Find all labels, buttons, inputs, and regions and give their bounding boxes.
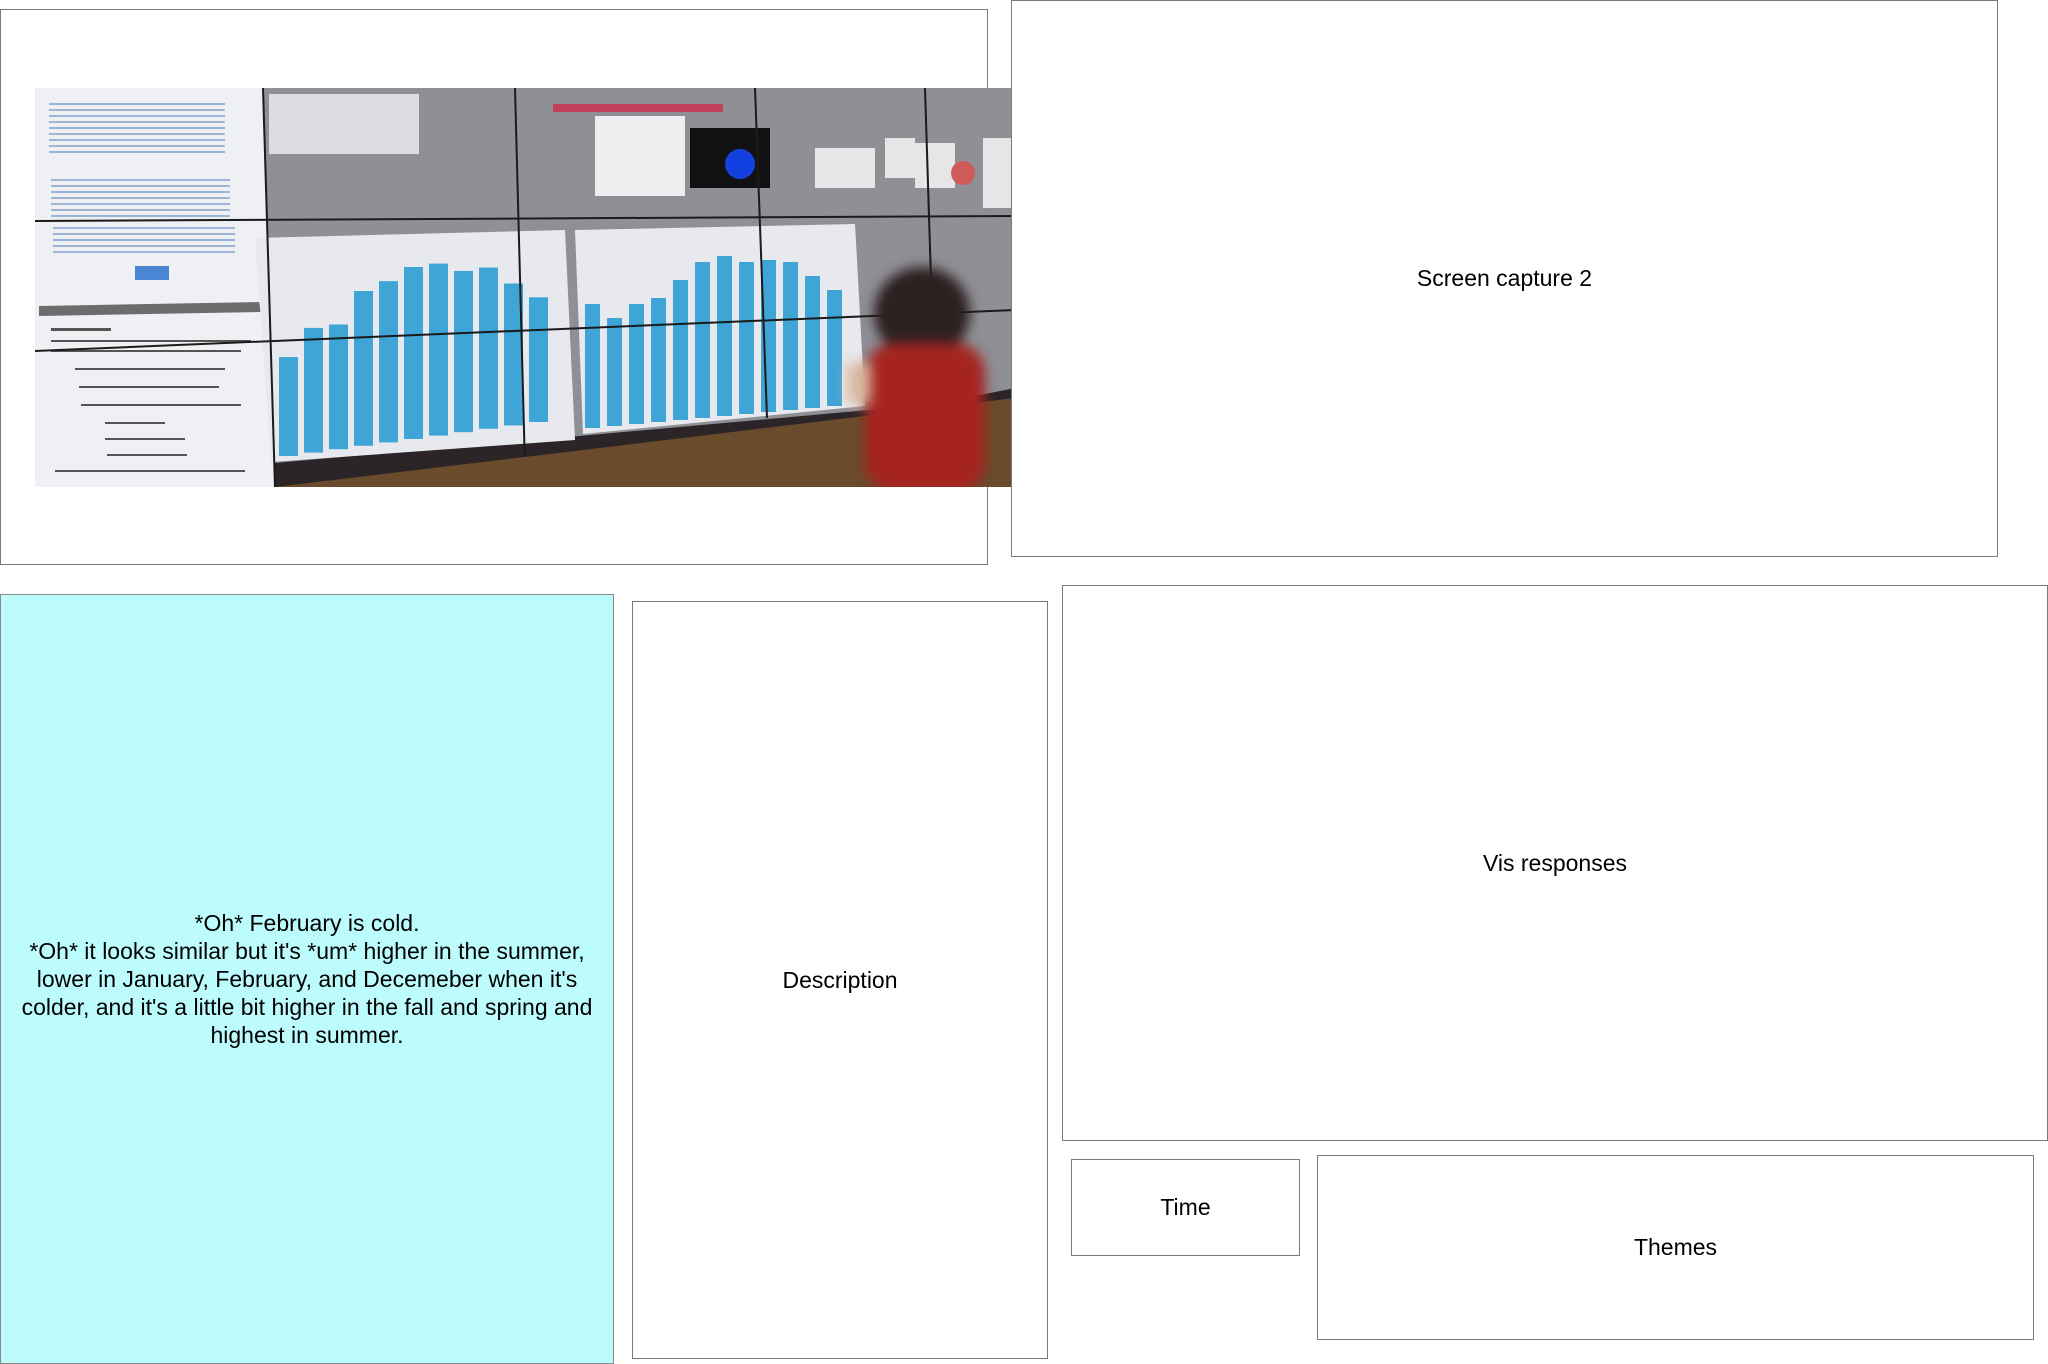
- vis-responses-panel: Vis responses: [1062, 585, 2048, 1141]
- photo-bar: [429, 263, 448, 436]
- photo-bar: [717, 256, 732, 416]
- display-wall-photo: [35, 88, 1015, 487]
- photo-bar: [783, 262, 798, 410]
- photo-bar: [304, 327, 323, 453]
- photo-bar: [404, 267, 423, 439]
- screen-capture-2-panel: Screen capture 2: [1011, 0, 1998, 557]
- photo-bar: [379, 281, 398, 443]
- photo-bar: [805, 276, 820, 408]
- photo-bar: [607, 318, 622, 426]
- photo-bar: [827, 290, 842, 406]
- screen-capture-2-label: Screen capture 2: [1416, 265, 1593, 291]
- photo-bar: [739, 262, 754, 414]
- transcript-line: *Oh* February is cold.: [194, 910, 420, 936]
- photo-bar: [585, 304, 600, 428]
- screen-capture-1-panel: [0, 9, 1015, 565]
- time-label: Time: [1160, 1194, 1211, 1220]
- transcript-panel: *Oh* February is cold. *Oh* it looks sim…: [0, 594, 614, 1364]
- photo-bar: [695, 262, 710, 418]
- photo-bar: [279, 357, 298, 456]
- blurred-person: [847, 267, 985, 487]
- time-panel: Time: [1071, 1159, 1300, 1256]
- transcript-line: *Oh* it looks similar but it's *um* high…: [21, 938, 593, 1048]
- photo-bar: [651, 298, 666, 422]
- photo-bar: [629, 304, 644, 424]
- transcript-text: *Oh* February is cold. *Oh* it looks sim…: [7, 909, 607, 1049]
- vis-responses-label: Vis responses: [1482, 849, 1628, 876]
- photo-bar: [529, 297, 548, 422]
- description-label: Description: [782, 966, 898, 993]
- description-panel: Description: [632, 601, 1048, 1359]
- photo-bar: [454, 270, 473, 433]
- photo-bar: [479, 267, 498, 429]
- photo-bar: [673, 280, 688, 420]
- photo-bar: [329, 324, 348, 450]
- themes-label: Themes: [1633, 1234, 1718, 1260]
- themes-panel: Themes: [1317, 1155, 2034, 1340]
- photo-bar: [354, 291, 373, 446]
